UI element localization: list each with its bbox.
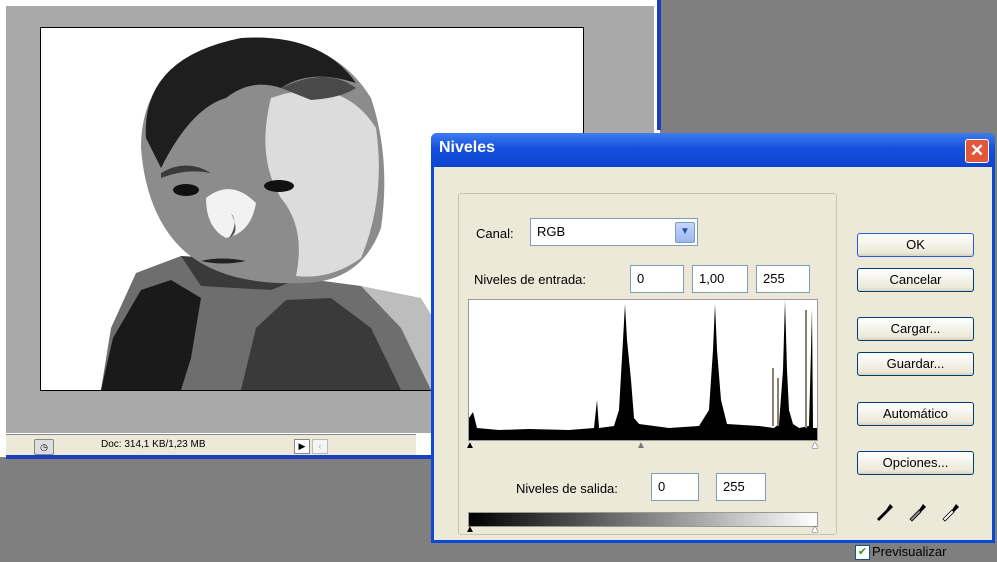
cancel-button[interactable]: Cancelar — [857, 268, 974, 292]
scroll-left-icon[interactable]: ‹ — [312, 439, 328, 454]
status-menu-arrow-icon[interactable]: ▶ — [294, 439, 310, 454]
checkbox-check-icon: ✔ — [857, 546, 868, 558]
input-white-slider[interactable]: ▲ — [810, 440, 820, 451]
output-levels-label: Niveles de salida: — [516, 481, 618, 496]
output-level-white[interactable]: 255 — [716, 473, 766, 501]
preview-checkbox[interactable]: ✔ — [855, 545, 870, 560]
dialog-title: Niveles — [439, 139, 496, 156]
document-size-status: Doc: 314,1 KB/1,23 MB — [101, 439, 206, 450]
ok-button[interactable]: OK — [857, 233, 974, 257]
channel-value: RGB — [537, 224, 566, 239]
channel-label: Canal: — [476, 226, 514, 241]
input-level-black[interactable]: 0 — [630, 265, 684, 293]
close-icon[interactable]: ✕ — [965, 139, 989, 163]
eyedropper-white-icon[interactable] — [940, 500, 962, 522]
input-gamma-slider[interactable]: ▲ — [636, 440, 646, 451]
load-button[interactable]: Cargar... — [857, 317, 974, 341]
output-black-slider[interactable]: ▲ — [465, 524, 475, 535]
window-border-vertical — [657, 0, 661, 130]
output-gradient-bar — [468, 512, 818, 527]
save-button[interactable]: Guardar... — [857, 352, 974, 376]
eyedropper-gray-icon[interactable] — [907, 500, 929, 522]
status-bar-icon[interactable]: ◷ — [34, 439, 54, 455]
auto-button[interactable]: Automático — [857, 402, 974, 426]
input-levels-label: Niveles de entrada: — [474, 272, 587, 287]
histogram — [468, 299, 818, 441]
dialog-titlebar[interactable]: Niveles ✕ — [431, 133, 995, 167]
histogram-graph — [469, 300, 817, 440]
channel-select[interactable]: RGB ▼ — [530, 218, 698, 246]
dialog-body: Canal: RGB ▼ Niveles de entrada: 0 1,00 … — [434, 167, 992, 560]
output-level-black[interactable]: 0 — [651, 473, 699, 501]
input-black-slider[interactable]: ▲ — [465, 440, 475, 451]
eyedropper-black-icon[interactable] — [874, 500, 896, 522]
input-level-white[interactable]: 255 — [756, 265, 810, 293]
options-button[interactable]: Opciones... — [857, 451, 974, 475]
window-border-horizontal — [6, 455, 432, 459]
document-status-bar: ◷ Doc: 314,1 KB/1,23 MB ▶ ‹ — [6, 434, 416, 456]
dropdown-arrow-icon[interactable]: ▼ — [675, 222, 695, 243]
input-level-gamma[interactable]: 1,00 — [692, 265, 748, 293]
levels-dialog: Niveles ✕ Canal: RGB ▼ Niveles de entrad… — [431, 133, 995, 560]
output-white-slider[interactable]: ▲ — [810, 524, 820, 535]
preview-label[interactable]: Previsualizar — [872, 544, 946, 559]
